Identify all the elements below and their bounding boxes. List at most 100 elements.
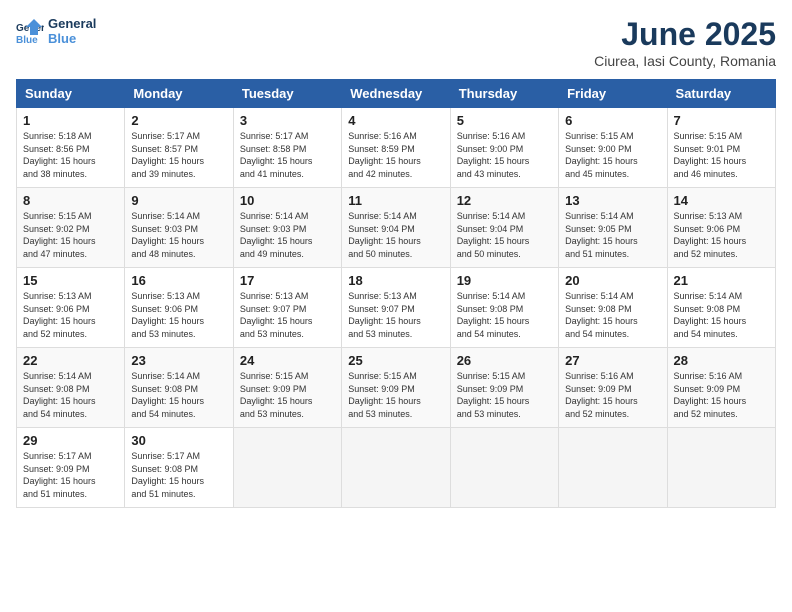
calendar-header-thursday: Thursday bbox=[450, 80, 558, 108]
calendar: SundayMondayTuesdayWednesdayThursdayFrid… bbox=[16, 79, 776, 508]
day-info: Sunrise: 5:16 AM Sunset: 9:09 PM Dayligh… bbox=[674, 370, 769, 420]
day-info: Sunrise: 5:14 AM Sunset: 9:04 PM Dayligh… bbox=[348, 210, 443, 260]
day-info: Sunrise: 5:14 AM Sunset: 9:08 PM Dayligh… bbox=[23, 370, 118, 420]
calendar-header-monday: Monday bbox=[125, 80, 233, 108]
header: General Blue General Blue June 2025 Ciur… bbox=[16, 16, 776, 69]
day-number: 11 bbox=[348, 193, 443, 208]
day-number: 13 bbox=[565, 193, 660, 208]
day-info: Sunrise: 5:13 AM Sunset: 9:06 PM Dayligh… bbox=[23, 290, 118, 340]
day-number: 29 bbox=[23, 433, 118, 448]
calendar-cell: 21Sunrise: 5:14 AM Sunset: 9:08 PM Dayli… bbox=[667, 268, 775, 348]
day-number: 8 bbox=[23, 193, 118, 208]
day-number: 4 bbox=[348, 113, 443, 128]
day-number: 30 bbox=[131, 433, 226, 448]
day-info: Sunrise: 5:18 AM Sunset: 8:56 PM Dayligh… bbox=[23, 130, 118, 180]
calendar-cell: 18 Sunrise: 5:13 AM Sunset: 9:07 PM Dayli… bbox=[342, 268, 450, 348]
day-number: 17 bbox=[240, 273, 335, 288]
week-row-5: 29 Sunrise: 5:17 AM Sunset: 9:09 PM Dayli… bbox=[17, 428, 776, 508]
day-number: 23 bbox=[131, 353, 226, 368]
calendar-header-tuesday: Tuesday bbox=[233, 80, 341, 108]
calendar-cell: 24 Sunrise: 5:15 AM Sunset: 9:09 PM Dayli… bbox=[233, 348, 341, 428]
day-info: Sunrise: 5:17 AM Sunset: 8:57 PM Dayligh… bbox=[131, 130, 226, 180]
day-number: 20 bbox=[565, 273, 660, 288]
day-info: Sunrise: 5:14 AM Sunset: 9:05 PM Dayligh… bbox=[565, 210, 660, 260]
logo-line1: General bbox=[48, 16, 96, 31]
svg-text:Blue: Blue bbox=[16, 35, 38, 45]
title-area: June 2025 Ciurea, Iasi County, Romania bbox=[594, 16, 776, 69]
main-title: June 2025 bbox=[594, 16, 776, 53]
calendar-cell bbox=[450, 428, 558, 508]
logo-line2: Blue bbox=[48, 31, 96, 46]
day-info: Sunrise: 5:14 AM Sunset: 9:08 PM Dayligh… bbox=[674, 290, 769, 340]
calendar-cell: 15 Sunrise: 5:13 AM Sunset: 9:06 PM Dayli… bbox=[17, 268, 125, 348]
calendar-header-friday: Friday bbox=[559, 80, 667, 108]
calendar-cell: 2 Sunrise: 5:17 AM Sunset: 8:57 PM Daylig… bbox=[125, 108, 233, 188]
day-info: Sunrise: 5:13 AM Sunset: 9:07 PM Dayligh… bbox=[348, 290, 443, 340]
day-number: 16 bbox=[131, 273, 226, 288]
calendar-cell: 9 Sunrise: 5:14 AM Sunset: 9:03 PM Daylig… bbox=[125, 188, 233, 268]
day-number: 14 bbox=[674, 193, 769, 208]
calendar-cell: 11 Sunrise: 5:14 AM Sunset: 9:04 PM Dayli… bbox=[342, 188, 450, 268]
day-info: Sunrise: 5:14 AM Sunset: 9:03 PM Dayligh… bbox=[131, 210, 226, 260]
day-number: 24 bbox=[240, 353, 335, 368]
calendar-cell: 8 Sunrise: 5:15 AM Sunset: 9:02 PM Daylig… bbox=[17, 188, 125, 268]
day-number: 19 bbox=[457, 273, 552, 288]
calendar-cell: 25 Sunrise: 5:15 AM Sunset: 9:09 PM Dayli… bbox=[342, 348, 450, 428]
day-info: Sunrise: 5:17 AM Sunset: 9:09 PM Dayligh… bbox=[23, 450, 118, 500]
calendar-cell bbox=[667, 428, 775, 508]
week-row-3: 15 Sunrise: 5:13 AM Sunset: 9:06 PM Dayli… bbox=[17, 268, 776, 348]
day-info: Sunrise: 5:15 AM Sunset: 9:09 PM Dayligh… bbox=[457, 370, 552, 420]
calendar-cell: 6Sunrise: 5:15 AM Sunset: 9:00 PM Daylig… bbox=[559, 108, 667, 188]
week-row-4: 22 Sunrise: 5:14 AM Sunset: 9:08 PM Dayli… bbox=[17, 348, 776, 428]
day-info: Sunrise: 5:15 AM Sunset: 9:09 PM Dayligh… bbox=[240, 370, 335, 420]
calendar-cell bbox=[559, 428, 667, 508]
calendar-cell: 19 Sunrise: 5:14 AM Sunset: 9:08 PM Dayli… bbox=[450, 268, 558, 348]
day-info: Sunrise: 5:15 AM Sunset: 9:01 PM Dayligh… bbox=[674, 130, 769, 180]
calendar-header-wednesday: Wednesday bbox=[342, 80, 450, 108]
day-number: 25 bbox=[348, 353, 443, 368]
calendar-cell: 16 Sunrise: 5:13 AM Sunset: 9:06 PM Dayli… bbox=[125, 268, 233, 348]
calendar-cell: 23 Sunrise: 5:14 AM Sunset: 9:08 PM Dayli… bbox=[125, 348, 233, 428]
day-number: 1 bbox=[23, 113, 118, 128]
calendar-cell: 10Sunrise: 5:14 AM Sunset: 9:03 PM Dayli… bbox=[233, 188, 341, 268]
calendar-cell: 17 Sunrise: 5:13 AM Sunset: 9:07 PM Dayli… bbox=[233, 268, 341, 348]
day-info: Sunrise: 5:13 AM Sunset: 9:06 PM Dayligh… bbox=[131, 290, 226, 340]
calendar-cell: 5 Sunrise: 5:16 AM Sunset: 9:00 PM Daylig… bbox=[450, 108, 558, 188]
calendar-cell: 22 Sunrise: 5:14 AM Sunset: 9:08 PM Dayli… bbox=[17, 348, 125, 428]
calendar-cell: 1 Sunrise: 5:18 AM Sunset: 8:56 PM Daylig… bbox=[17, 108, 125, 188]
day-number: 9 bbox=[131, 193, 226, 208]
calendar-header-sunday: Sunday bbox=[17, 80, 125, 108]
day-info: Sunrise: 5:16 AM Sunset: 9:09 PM Dayligh… bbox=[565, 370, 660, 420]
day-info: Sunrise: 5:14 AM Sunset: 9:08 PM Dayligh… bbox=[457, 290, 552, 340]
day-number: 27 bbox=[565, 353, 660, 368]
calendar-cell: 26Sunrise: 5:15 AM Sunset: 9:09 PM Dayli… bbox=[450, 348, 558, 428]
day-number: 5 bbox=[457, 113, 552, 128]
day-info: Sunrise: 5:14 AM Sunset: 9:08 PM Dayligh… bbox=[131, 370, 226, 420]
day-info: Sunrise: 5:15 AM Sunset: 9:09 PM Dayligh… bbox=[348, 370, 443, 420]
day-info: Sunrise: 5:17 AM Sunset: 8:58 PM Dayligh… bbox=[240, 130, 335, 180]
calendar-cell: 27 Sunrise: 5:16 AM Sunset: 9:09 PM Dayli… bbox=[559, 348, 667, 428]
week-row-2: 8 Sunrise: 5:15 AM Sunset: 9:02 PM Daylig… bbox=[17, 188, 776, 268]
day-number: 12 bbox=[457, 193, 552, 208]
day-info: Sunrise: 5:16 AM Sunset: 9:00 PM Dayligh… bbox=[457, 130, 552, 180]
calendar-header-row: SundayMondayTuesdayWednesdayThursdayFrid… bbox=[17, 80, 776, 108]
calendar-cell bbox=[342, 428, 450, 508]
calendar-cell: 30Sunrise: 5:17 AM Sunset: 9:08 PM Dayli… bbox=[125, 428, 233, 508]
day-number: 18 bbox=[348, 273, 443, 288]
calendar-cell: 4 Sunrise: 5:16 AM Sunset: 8:59 PM Daylig… bbox=[342, 108, 450, 188]
calendar-cell: 13 Sunrise: 5:14 AM Sunset: 9:05 PM Dayli… bbox=[559, 188, 667, 268]
day-info: Sunrise: 5:16 AM Sunset: 8:59 PM Dayligh… bbox=[348, 130, 443, 180]
day-info: Sunrise: 5:13 AM Sunset: 9:06 PM Dayligh… bbox=[674, 210, 769, 260]
calendar-cell: 3Sunrise: 5:17 AM Sunset: 8:58 PM Daylig… bbox=[233, 108, 341, 188]
calendar-header-saturday: Saturday bbox=[667, 80, 775, 108]
day-number: 15 bbox=[23, 273, 118, 288]
day-info: Sunrise: 5:14 AM Sunset: 9:04 PM Dayligh… bbox=[457, 210, 552, 260]
day-number: 28 bbox=[674, 353, 769, 368]
week-row-1: 1 Sunrise: 5:18 AM Sunset: 8:56 PM Daylig… bbox=[17, 108, 776, 188]
day-number: 22 bbox=[23, 353, 118, 368]
calendar-cell: 20Sunrise: 5:14 AM Sunset: 9:08 PM Dayli… bbox=[559, 268, 667, 348]
day-number: 2 bbox=[131, 113, 226, 128]
calendar-cell: 12 Sunrise: 5:14 AM Sunset: 9:04 PM Dayli… bbox=[450, 188, 558, 268]
day-info: Sunrise: 5:15 AM Sunset: 9:02 PM Dayligh… bbox=[23, 210, 118, 260]
day-info: Sunrise: 5:13 AM Sunset: 9:07 PM Dayligh… bbox=[240, 290, 335, 340]
